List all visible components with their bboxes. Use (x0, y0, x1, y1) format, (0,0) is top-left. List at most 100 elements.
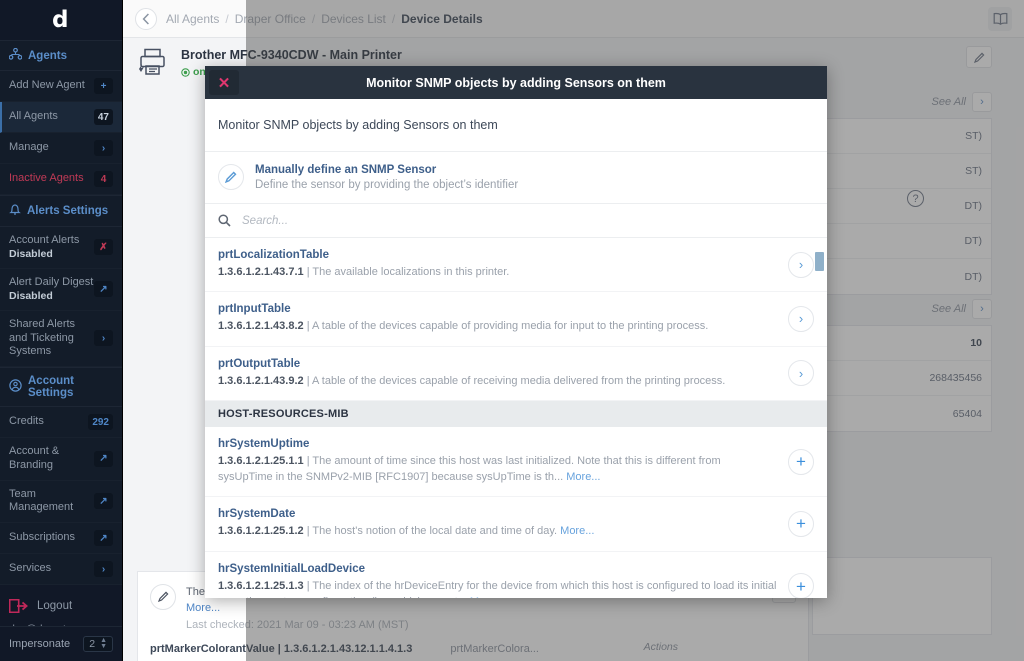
impersonate-stepper[interactable]: 2 ▲ ▼ (83, 636, 113, 652)
sidebar-item-services[interactable]: Services › (0, 554, 122, 585)
oid-name[interactable]: hrSystemInitialLoadDevice (218, 563, 778, 575)
oid-description: 1.3.6.1.2.1.25.1.1 | The amount of time … (218, 454, 721, 484)
impersonate-value: 2 (89, 638, 96, 650)
vertical-scrollbar[interactable] (815, 238, 824, 598)
domotz-logo-icon: b (53, 7, 69, 33)
sidebar-item-badge[interactable]: ↗ (94, 281, 113, 298)
sidebar-item-status: Disabled (9, 247, 53, 260)
sidebar-item-badge[interactable]: ↗ (94, 450, 113, 467)
sidebar-group-title: Alerts Settings (27, 205, 109, 217)
oid-list-item[interactable]: prtInputTable 1.3.6.1.2.1.43.8.2 | A tabl… (205, 292, 827, 347)
sidebar-item-manage[interactable]: Manage › (0, 133, 122, 164)
sidebar-item-subscriptions[interactable]: Subscriptions ↗ (0, 523, 122, 554)
sidebar-item-label: Inactive Agents (9, 172, 84, 185)
sidebar-group-header[interactable]: Agents (0, 41, 122, 71)
sidebar-item-badge[interactable]: › (94, 140, 113, 156)
impersonate-row[interactable]: Impersonate 2 ▲ ▼ (0, 626, 122, 661)
sidebar-item-credits[interactable]: Credits 292 (0, 407, 122, 438)
snmp-sensor-modal: ✕ Monitor SNMP objects by adding Sensors… (205, 66, 827, 598)
stepper-arrows-icon[interactable]: ▲ ▼ (100, 637, 107, 650)
sidebar-item-shared-alerts-and-ticketing-systems[interactable]: Shared Alerts and Ticketing Systems › (0, 310, 122, 367)
sidebar-item-label: Team Management (9, 487, 74, 514)
oid-name[interactable]: prtInputTable (218, 303, 778, 315)
oid-number: 1.3.6.1.2.1.25.1.3 (218, 579, 304, 592)
oid-description: 1.3.6.1.2.1.25.1.3 | The index of the hr… (218, 578, 778, 598)
oid-list[interactable]: prtLocalizationTable 1.3.6.1.2.1.43.7.1 |… (205, 238, 827, 598)
oid-name[interactable]: hrSystemUptime (218, 438, 778, 450)
oid-text: hrSystemUptime 1.3.6.1.2.1.25.1.1 | The a… (218, 438, 778, 486)
printer-icon (137, 48, 171, 78)
expand-button[interactable]: › (788, 305, 814, 332)
sidebar-item-label: Alert Daily Digest Disabled (9, 275, 94, 302)
sidebar-item-badge[interactable]: ↗ (94, 493, 113, 510)
sidebar-item-badge[interactable]: 4 (94, 171, 113, 187)
sidebar-item-account-branding[interactable]: Account & Branding ↗ (0, 438, 122, 481)
sidebar-item-badge[interactable]: + (94, 78, 113, 94)
search-input[interactable] (242, 214, 814, 227)
sidebar-group-account-settings: Account Settings Credits 292 Account & Bran… (0, 367, 122, 585)
sidebar-item-label: Services (9, 562, 52, 575)
sidebar-group-title: Agents (28, 49, 67, 62)
breadcrumb-item-all-agents[interactable]: All Agents (166, 12, 219, 26)
sidebar-item-badge[interactable]: › (94, 330, 113, 347)
sidebar-item-label: All Agents (9, 110, 58, 123)
sidebar-item-badge[interactable]: 47 (93, 109, 113, 125)
oid-list-item[interactable]: hrSystemInitialLoadDevice 1.3.6.1.2.1.25.… (205, 552, 827, 598)
logout-icon (9, 599, 28, 613)
sidebar-item-all-agents[interactable]: All Agents 47 (0, 102, 122, 133)
add-sensor-button[interactable]: + (788, 573, 814, 598)
oid-text: prtLocalizationTable 1.3.6.1.2.1.43.7.1 |… (218, 249, 778, 280)
close-icon[interactable]: ✕ (209, 70, 239, 95)
manual-sensor-option[interactable]: Manually define an SNMP Sensor Define th… (205, 152, 827, 204)
expand-button[interactable]: › (788, 251, 814, 278)
modal-subtitle: Monitor SNMP objects by adding Sensors o… (205, 99, 827, 152)
sidebar-item-label: Manage (9, 141, 49, 154)
sidebar-item-badge[interactable]: ↗ (94, 530, 113, 546)
back-button[interactable] (135, 7, 157, 30)
sidebar-item-status: Disabled (9, 289, 53, 302)
sidebar-group-header[interactable]: Account Settings (0, 368, 122, 407)
sidebar-item-team-management[interactable]: Team Management ↗ (0, 480, 122, 523)
more-link[interactable]: More... (560, 525, 594, 537)
modal-title: Monitor SNMP objects by adding Sensors o… (366, 75, 666, 90)
sidebar-group-alerts-settings: Alerts Settings Account Alerts Disabled ✗ Al… (0, 195, 122, 367)
sidebar-item-inactive-agents[interactable]: Inactive Agents 4 (0, 164, 122, 195)
oid-list-item[interactable]: hrSystemDate 1.3.6.1.2.1.25.1.2 | The hos… (205, 497, 827, 552)
oid-name[interactable]: prtOutputTable (218, 358, 778, 370)
sidebar-item-badge[interactable]: 292 (88, 414, 113, 430)
expand-button[interactable]: › (788, 360, 814, 387)
oid-text: prtInputTable 1.3.6.1.2.1.43.8.2 | A tabl… (218, 303, 778, 334)
add-sensor-button[interactable]: + (788, 448, 814, 475)
sidebar-item-label: Subscriptions (9, 531, 76, 544)
sidebar-item-alert-daily-digest[interactable]: Alert Daily Digest Disabled ↗ (0, 268, 122, 311)
oid-list-item[interactable]: prtLocalizationTable 1.3.6.1.2.1.43.7.1 |… (205, 238, 827, 293)
sidebar-item-badge[interactable]: ✗ (94, 239, 113, 256)
impersonate-label: Impersonate (9, 638, 71, 650)
agents-icon (8, 47, 23, 63)
scrollbar-thumb[interactable] (815, 252, 824, 271)
oid-number: 1.3.6.1.2.1.43.9.2 (218, 374, 304, 387)
sidebar-item-add-new-agent[interactable]: Add New Agent + (0, 71, 122, 102)
logout-label: Logout (37, 600, 73, 612)
sidebar-group-header[interactable]: Alerts Settings (0, 196, 122, 227)
sidebar-item-label: Credits (9, 415, 44, 428)
pencil-icon[interactable] (150, 583, 176, 610)
sidebar-item-account-alerts[interactable]: Account Alerts Disabled ✗ (0, 227, 122, 269)
oid-number: 1.3.6.1.2.1.25.1.2 (218, 525, 304, 538)
more-link[interactable]: More... (470, 596, 504, 598)
oid-name[interactable]: hrSystemDate (218, 508, 778, 520)
oid-list-item[interactable]: hrSystemUptime 1.3.6.1.2.1.25.1.1 | The a… (205, 427, 827, 498)
oid-text: hrSystemDate 1.3.6.1.2.1.25.1.2 | The hos… (218, 508, 778, 539)
logout-button[interactable]: Logout (9, 595, 113, 621)
add-sensor-button[interactable]: + (788, 510, 814, 537)
sidebar-item-badge[interactable]: › (94, 561, 113, 577)
app-logo[interactable]: b (0, 0, 122, 40)
mib-section-header: HOST-RESOURCES-MIB (205, 400, 827, 427)
oid-number: 1.3.6.1.2.1.43.7.1 (218, 266, 304, 278)
oid-name[interactable]: prtLocalizationTable (218, 249, 778, 261)
sidebar-group-agents: Agents Add New Agent + All Agents 47 Manage › I… (0, 40, 122, 195)
oid-description: 1.3.6.1.2.1.25.1.2 | The host's notion o… (218, 525, 595, 538)
sidebar-item-label: Add New Agent (9, 79, 85, 92)
more-link[interactable]: More... (566, 471, 600, 483)
oid-list-item[interactable]: prtOutputTable 1.3.6.1.2.1.43.9.2 | A tab… (205, 347, 827, 401)
